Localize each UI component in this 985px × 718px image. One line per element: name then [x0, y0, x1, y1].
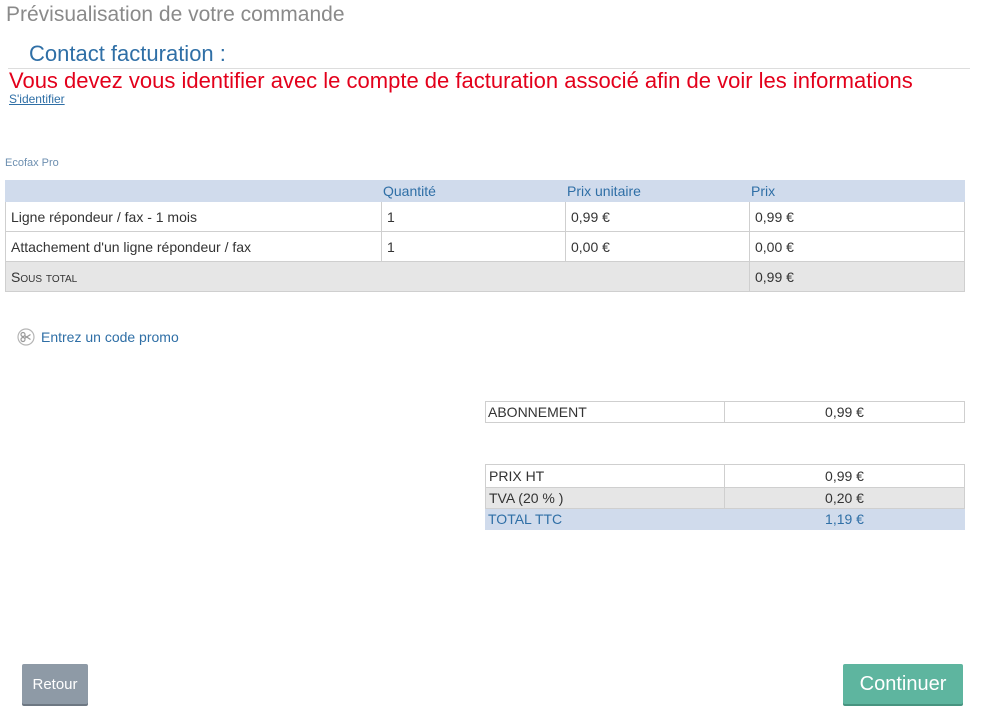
total-ttc-value: 1,19 €: [724, 508, 965, 530]
header-unit-price: Prix unitaire: [565, 180, 750, 202]
scissors-icon: [17, 328, 35, 346]
subtotal-value: 0,99 €: [749, 261, 965, 292]
page-title: Prévisualisation de votre commande: [6, 3, 345, 26]
tva-label: TVA (20 % ): [485, 487, 725, 509]
row-quantity: 1: [381, 201, 566, 232]
subtotal-label: Sous total: [5, 261, 750, 292]
price-summary-table: PRIX HT 0,99 € TVA (20 % ) 0,20 € TOTAL …: [485, 464, 965, 530]
row-price: 0,99 €: [749, 201, 965, 232]
order-table-header: Quantité Prix unitaire Prix: [5, 180, 965, 202]
table-row: Ligne répondeur / fax - 1 mois 1 0,99 € …: [5, 201, 965, 232]
subscription-row: ABONNEMENT 0,99 €: [485, 401, 965, 423]
row-item: Ligne répondeur / fax - 1 mois: [5, 201, 382, 232]
table-row: Attachement d'un ligne répondeur / fax 1…: [5, 231, 965, 262]
row-unit-price: 0,00 €: [565, 231, 750, 262]
total-ttc-label: TOTAL TTC: [485, 508, 725, 530]
price-ht-row: PRIX HT 0,99 €: [485, 464, 965, 488]
header-quantity: Quantité: [381, 180, 566, 202]
subscription-table: ABONNEMENT 0,99 €: [485, 401, 965, 423]
billing-contact-title: Contact facturation :: [29, 41, 226, 66]
login-link[interactable]: S'identifier: [9, 92, 65, 106]
price-ht-label: PRIX HT: [485, 464, 725, 488]
continue-button[interactable]: Continuer: [843, 664, 963, 704]
row-price: 0,00 €: [749, 231, 965, 262]
row-quantity: 1: [381, 231, 566, 262]
row-item: Attachement d'un ligne répondeur / fax: [5, 231, 382, 262]
promo-code-link[interactable]: Entrez un code promo: [17, 328, 179, 346]
header-item: [5, 180, 382, 202]
auth-warning-message: Vous devez vous identifier avec le compt…: [9, 68, 913, 93]
subtotal-row: Sous total 0,99 €: [5, 261, 965, 292]
promo-code-label: Entrez un code promo: [41, 329, 179, 345]
back-button[interactable]: Retour: [22, 664, 88, 704]
subscription-label: ABONNEMENT: [485, 401, 725, 423]
subscription-value: 0,99 €: [724, 401, 965, 423]
price-ht-value: 0,99 €: [724, 464, 965, 488]
header-price: Prix: [749, 180, 965, 202]
tva-row: TVA (20 % ) 0,20 €: [485, 487, 965, 509]
order-table: Quantité Prix unitaire Prix Ligne répond…: [5, 180, 965, 292]
product-name: Ecofax Pro: [5, 157, 59, 169]
row-unit-price: 0,99 €: [565, 201, 750, 232]
tva-value: 0,20 €: [724, 487, 965, 509]
total-ttc-row: TOTAL TTC 1,19 €: [485, 508, 965, 530]
